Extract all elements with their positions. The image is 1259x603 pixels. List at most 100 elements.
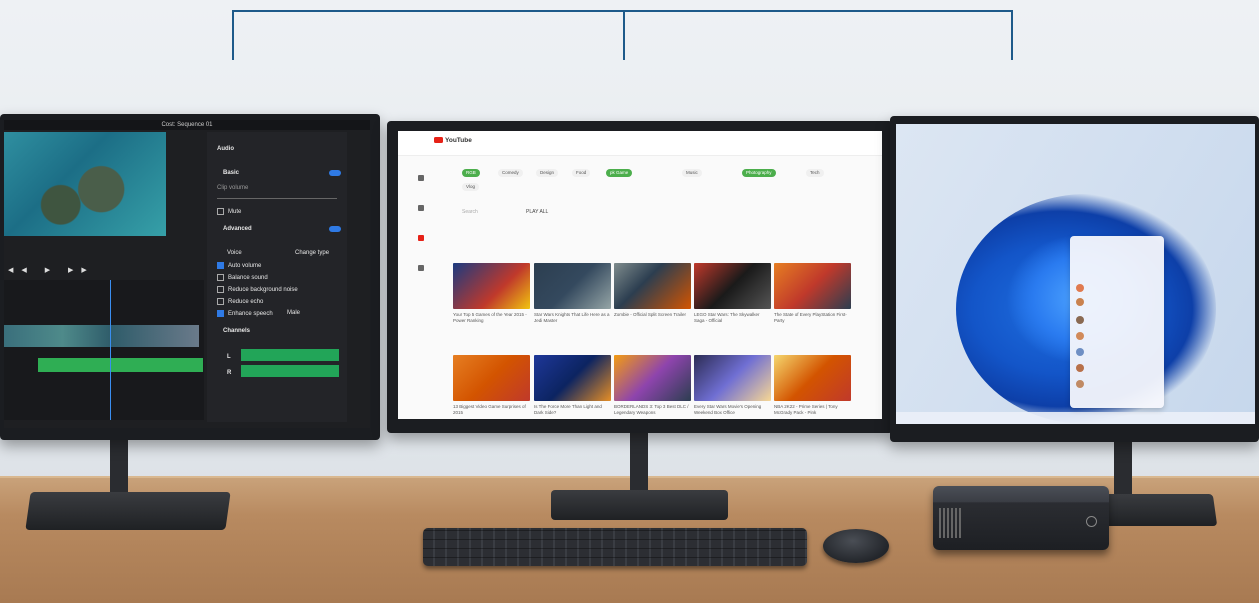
enhance-speech-value[interactable]: Male <box>287 310 300 316</box>
subscriptions-icon[interactable] <box>418 235 424 241</box>
chip-comedy[interactable]: Comedy <box>498 169 523 177</box>
home-icon[interactable] <box>418 175 424 181</box>
video-title[interactable]: Star Wars Knights That Life Here as a Je… <box>534 312 611 324</box>
chat-contact[interactable] <box>1076 284 1084 292</box>
site-logo[interactable]: YouTube <box>434 137 472 144</box>
mute-option[interactable]: Mute <box>217 208 241 215</box>
mini-pc-vent <box>939 508 961 538</box>
reduce-noise-checkbox[interactable] <box>217 286 224 293</box>
keyboard <box>423 528 807 566</box>
chat-contact[interactable] <box>1076 364 1084 372</box>
option-balance-sound[interactable]: Balance sound <box>217 274 268 281</box>
voice-label: Voice <box>227 250 242 256</box>
video-title[interactable]: Every Star Wars Movie's Opening Weekend … <box>694 404 771 416</box>
enhance-speech-checkbox[interactable] <box>217 310 224 317</box>
option-enhance-speech[interactable]: Enhance speech <box>217 310 273 317</box>
channels-section[interactable]: Channels <box>223 328 250 334</box>
video-thumbnail[interactable] <box>534 263 611 309</box>
center-monitor-base <box>551 490 728 520</box>
video-title[interactable]: Is The Force More Than Light and Dark Si… <box>534 404 611 416</box>
channel-l-meter <box>241 349 339 361</box>
channel-r-label: R <box>227 370 232 376</box>
taskbar[interactable] <box>896 412 1255 424</box>
reduce-echo-checkbox[interactable] <box>217 298 224 305</box>
chip-food[interactable]: Food <box>572 169 591 177</box>
video-track[interactable] <box>4 325 199 347</box>
video-thumbnail[interactable] <box>614 263 691 309</box>
playhead[interactable] <box>110 280 111 420</box>
left-monitor: Cost: Sequence 01 ◀◀ ▶ ▶▶ Audio Basic Cl… <box>0 114 380 440</box>
balance-sound-checkbox[interactable] <box>217 274 224 281</box>
option-auto-volume[interactable]: Auto volume <box>217 262 261 269</box>
auto-volume-label: Auto volume <box>228 263 262 270</box>
left-monitor-base <box>25 492 231 530</box>
play-logo-icon <box>434 137 443 144</box>
auto-volume-checkbox[interactable] <box>217 262 224 269</box>
option-reduce-noise[interactable]: Reduce background noise <box>217 286 298 293</box>
video-title[interactable]: Zombie - Official Split Screen Trailer <box>614 312 691 318</box>
reduce-noise-label: Reduce background noise <box>228 287 298 294</box>
video-title[interactable]: The State of Every PlayStation First-Par… <box>774 312 851 324</box>
advanced-toggle[interactable] <box>329 226 341 232</box>
bracket-left-tick <box>232 10 234 60</box>
clip-volume-label: Clip volume <box>217 185 249 191</box>
trending-icon[interactable] <box>418 205 424 211</box>
timeline[interactable] <box>4 280 204 420</box>
video-preview <box>4 132 166 236</box>
video-title[interactable]: BORDERLANDS 3: Top 3 Best DLC / Legendar… <box>614 404 691 416</box>
chat-contact[interactable] <box>1076 332 1084 340</box>
video-thumbnail[interactable] <box>614 355 691 401</box>
chip-tech[interactable]: Tech <box>806 169 824 177</box>
mini-pc <box>933 486 1109 550</box>
video-thumbnail[interactable] <box>774 263 851 309</box>
editor-title: Cost: Sequence 01 <box>4 120 370 130</box>
chip-vlog[interactable]: Vlog <box>462 183 480 191</box>
video-editor-screen: Cost: Sequence 01 ◀◀ ▶ ▶▶ Audio Basic Cl… <box>4 120 370 428</box>
bracket-right-tick <box>1011 10 1013 60</box>
basic-section[interactable]: Basic <box>223 170 239 176</box>
chip-photography[interactable]: Photography <box>742 169 776 177</box>
panel-heading: Audio <box>217 146 234 152</box>
audio-panel: Audio Basic Clip volume Mute Advanced Vo… <box>207 132 347 422</box>
chip-game[interactable]: pk Game <box>606 169 633 177</box>
mute-checkbox[interactable] <box>217 208 224 215</box>
chat-contact[interactable] <box>1076 380 1084 388</box>
video-title[interactable]: 13 Biggest Video Game Surprises of 2015 <box>453 404 530 416</box>
chat-contact[interactable] <box>1076 348 1084 356</box>
chip-music[interactable]: Music <box>682 169 702 177</box>
video-thumbnail[interactable] <box>453 355 530 401</box>
center-monitor: YouTube RGB Comedy Design Food pk Game M… <box>387 121 893 433</box>
video-title[interactable]: LEGO Star Wars: The Skywalker Saga - Off… <box>694 312 771 324</box>
audio-track[interactable] <box>38 358 203 372</box>
enhance-speech-label: Enhance speech <box>228 311 273 318</box>
chip-rgb[interactable]: RGB <box>462 169 480 177</box>
change-type-dropdown[interactable]: Change type <box>295 250 329 256</box>
clip-volume-slider[interactable] <box>217 198 337 199</box>
video-thumbnail[interactable] <box>774 355 851 401</box>
advanced-section[interactable]: Advanced <box>223 226 252 232</box>
channel-l-label: L <box>227 354 231 360</box>
balance-sound-label: Balance sound <box>228 275 268 282</box>
option-reduce-echo[interactable]: Reduce echo <box>217 298 263 305</box>
video-thumbnail[interactable] <box>534 355 611 401</box>
bracket-center-tick <box>623 10 625 60</box>
video-title[interactable]: NBA 2K22 - Prime Series | Tony McGrady P… <box>774 404 851 416</box>
chat-flyout[interactable] <box>1070 236 1164 408</box>
logo-text: YouTube <box>445 137 472 144</box>
basic-toggle[interactable] <box>329 170 341 176</box>
search-field[interactable]: Search <box>462 209 478 215</box>
chat-contact[interactable] <box>1076 316 1084 324</box>
play-all-button[interactable]: PLAY ALL <box>526 209 548 215</box>
chip-design[interactable]: Design <box>536 169 559 177</box>
chat-contact[interactable] <box>1076 298 1084 306</box>
video-thumbnail[interactable] <box>694 355 771 401</box>
mute-label: Mute <box>228 209 242 216</box>
mouse <box>823 529 889 563</box>
video-site-screen: YouTube RGB Comedy Design Food pk Game M… <box>398 131 882 419</box>
library-icon[interactable] <box>418 265 424 271</box>
transport-controls[interactable]: ◀◀ ▶ ▶▶ <box>8 266 198 276</box>
video-thumbnail[interactable] <box>453 263 530 309</box>
video-title[interactable]: Your Top 5 Games of the Year 2015 - Powe… <box>453 312 530 324</box>
video-thumbnail[interactable] <box>694 263 771 309</box>
reduce-echo-label: Reduce echo <box>228 299 264 306</box>
